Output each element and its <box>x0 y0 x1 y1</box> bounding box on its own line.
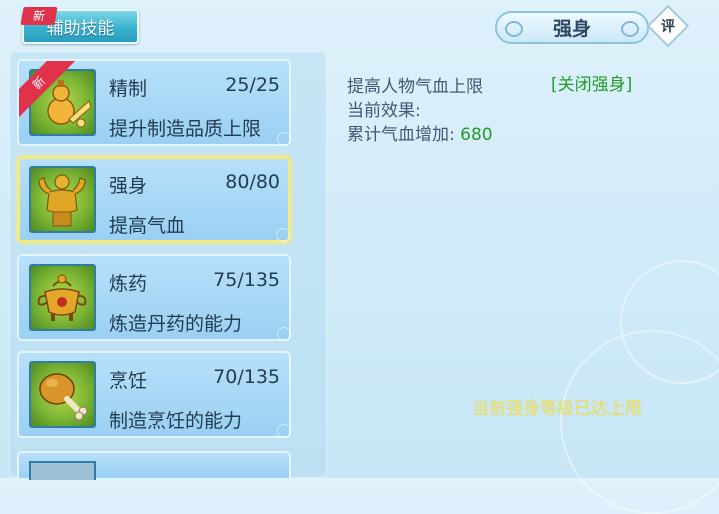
current-effect-label: 当前效果: <box>347 101 421 121</box>
skill-card-pengren[interactable]: 烹饪 70/135 制造烹饪的能力 <box>17 351 291 438</box>
skill-name: 精制 <box>109 78 148 100</box>
skill-level: 75/135 <box>213 269 280 291</box>
skill-level: 25/25 <box>225 74 280 96</box>
skill-desc: 炼造丹药的能力 <box>109 313 243 335</box>
new-ribbon: 新 <box>19 61 79 121</box>
skill-title-text: 强身 <box>552 18 591 40</box>
max-level-note: 当前强身等级已达上限 <box>472 399 642 419</box>
tab-label: 辅助技能 <box>46 19 115 39</box>
detail-description: 提高人物气血上限 <box>347 77 483 97</box>
cauldron-icon <box>29 264 96 331</box>
toggle-skill-button[interactable]: [关闭强身] <box>551 70 632 95</box>
corner-ornament <box>276 228 290 242</box>
skill-icon <box>29 461 96 480</box>
skill-name: 烹饪 <box>109 370 148 392</box>
skill-card-qiangshen[interactable]: 强身 80/80 提高气血 <box>17 156 291 243</box>
corner-ornament <box>277 424 291 438</box>
corner-ornament <box>277 327 291 341</box>
hp-increase-label: 累计气血增加: <box>347 125 455 145</box>
hp-increase-value: 680 <box>460 125 493 145</box>
review-button[interactable]: 评 <box>653 11 683 41</box>
skill-desc: 提升制造品质上限 <box>109 118 262 140</box>
new-badge: 新 <box>20 7 58 25</box>
swirl-ornament-left <box>505 21 523 37</box>
skill-name: 强身 <box>109 175 148 197</box>
skill-level: 80/80 <box>225 171 280 193</box>
skill-desc: 制造烹饪的能力 <box>109 410 243 432</box>
swirl-ornament-right <box>621 21 639 37</box>
new-ribbon-clip: 新 <box>19 61 79 121</box>
skill-name: 炼药 <box>109 273 148 295</box>
hp-increase-line: 累计气血增加: 680 <box>347 120 493 145</box>
skill-title: 强身 <box>495 11 649 44</box>
skill-card-partial[interactable] <box>17 451 291 480</box>
drumstick-icon <box>29 361 96 428</box>
skill-desc: 提高气血 <box>109 215 186 237</box>
muscleman-icon <box>29 166 96 233</box>
corner-ornament <box>277 132 291 146</box>
skill-card-lianyao[interactable]: 炼药 75/135 炼造丹药的能力 <box>17 254 291 341</box>
skill-level: 70/135 <box>213 366 280 388</box>
skill-card-jingzhi[interactable]: 新 精制 25/25 提升制造品质上限 <box>17 59 291 146</box>
